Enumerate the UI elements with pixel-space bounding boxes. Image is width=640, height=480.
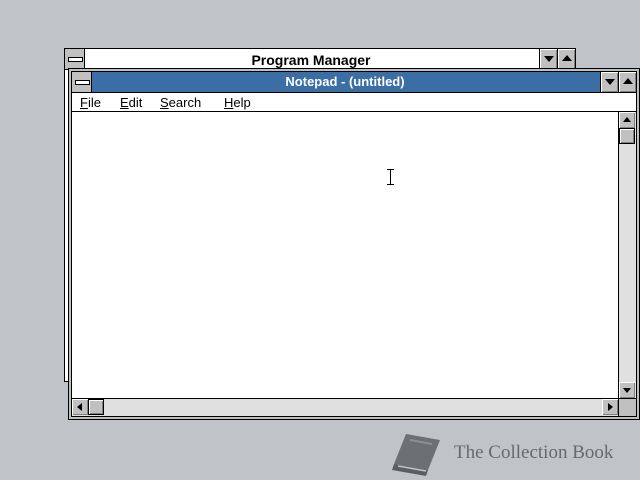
minimize-arrow-icon <box>544 56 554 62</box>
maximize-arrow-icon <box>623 78 633 84</box>
menu-edit[interactable]: Edit <box>120 93 142 111</box>
notepad-titlebar[interactable]: Notepad - (untitled) <box>72 72 636 93</box>
minimize-arrow-icon <box>605 79 615 85</box>
down-arrow-icon <box>623 388 631 393</box>
right-arrow-icon <box>608 403 613 411</box>
menu-help[interactable]: Help <box>224 93 251 111</box>
menu-bar: File Edit Search Help <box>72 93 636 112</box>
scroll-up-button[interactable] <box>619 112 635 128</box>
watermark-text: The Collection Book <box>454 442 614 463</box>
maximize-button[interactable] <box>618 72 636 92</box>
scroll-right-button[interactable] <box>602 399 618 415</box>
scroll-down-button[interactable] <box>619 382 635 398</box>
vertical-scroll-thumb[interactable] <box>619 128 635 144</box>
system-menu-icon[interactable] <box>65 49 85 69</box>
menu-search[interactable]: Search <box>160 93 201 111</box>
notepad-frame: Notepad - (untitled) File Edit Search He… <box>71 71 637 417</box>
scrollbar-corner <box>618 398 636 416</box>
left-arrow-icon <box>77 403 82 411</box>
minimize-button[interactable] <box>539 49 557 69</box>
text-edit-area[interactable] <box>72 112 618 398</box>
notepad-title: Notepad - (untitled) <box>285 74 405 89</box>
text-cursor-icon <box>387 169 394 185</box>
system-menu-icon[interactable] <box>72 72 92 92</box>
up-arrow-icon <box>623 117 631 122</box>
watermark: The Collection Book <box>388 430 628 478</box>
maximize-arrow-icon <box>562 55 572 61</box>
notepad-window[interactable]: Notepad - (untitled) File Edit Search He… <box>68 68 640 420</box>
minimize-button[interactable] <box>600 72 618 92</box>
menu-file[interactable]: File <box>80 93 101 111</box>
horizontal-scroll-thumb[interactable] <box>88 399 104 415</box>
vertical-scrollbar[interactable] <box>618 112 636 398</box>
program-manager-titlebar[interactable]: Program Manager <box>65 49 575 70</box>
maximize-button[interactable] <box>557 49 575 69</box>
horizontal-scrollbar[interactable] <box>72 398 618 416</box>
program-manager-title: Program Manager <box>251 52 371 68</box>
book-icon <box>392 434 440 476</box>
scroll-left-button[interactable] <box>72 399 88 415</box>
